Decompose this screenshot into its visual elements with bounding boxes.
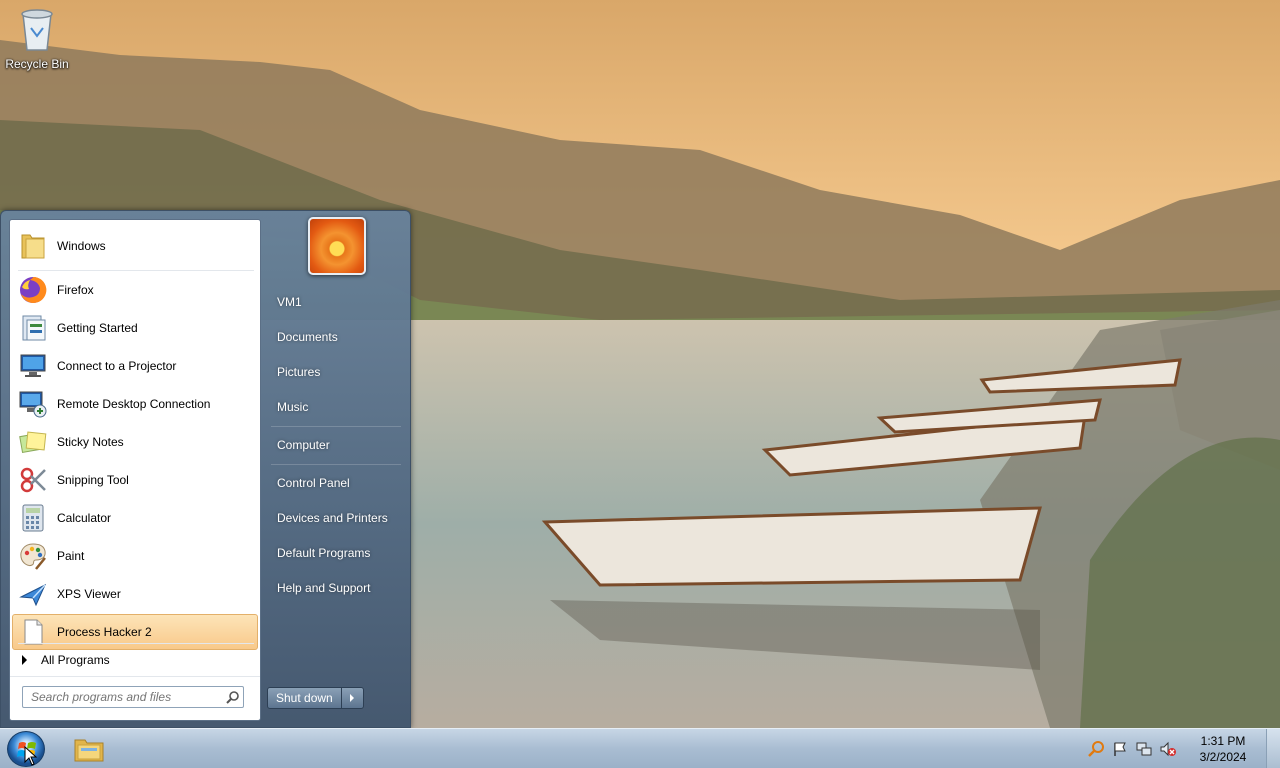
separator bbox=[271, 426, 401, 427]
program-item-getting-started[interactable]: Getting Started bbox=[12, 310, 258, 346]
user-picture[interactable] bbox=[308, 217, 366, 275]
shutdown-button[interactable]: Shut down bbox=[267, 687, 342, 709]
projector-icon bbox=[20, 354, 46, 377]
pinned-item-windows[interactable]: Windows bbox=[12, 228, 258, 264]
program-label: Paint bbox=[57, 549, 85, 563]
program-label: Getting Started bbox=[57, 321, 138, 335]
start-menu: Windows Firefox Getting Started Connect … bbox=[0, 210, 411, 728]
network-icon[interactable] bbox=[1133, 738, 1155, 760]
separator bbox=[271, 464, 401, 465]
program-item-connect-to-a-projector[interactable]: Connect to a Projector bbox=[12, 348, 258, 384]
program-label: XPS Viewer bbox=[57, 587, 121, 601]
search-icon[interactable] bbox=[1085, 738, 1107, 760]
programs-pane: Windows Firefox Getting Started Connect … bbox=[9, 219, 261, 721]
calculator-icon bbox=[22, 504, 44, 532]
program-label: Connect to a Projector bbox=[57, 359, 177, 373]
clock[interactable]: 1:31 PM 3/2/2024 bbox=[1186, 733, 1260, 765]
file-explorer-icon bbox=[74, 739, 104, 762]
right-link-default-programs[interactable]: Default Programs bbox=[269, 538, 403, 568]
program-label: Process Hacker 2 bbox=[57, 625, 152, 639]
program-item-snipping-tool[interactable]: Snipping Tool bbox=[12, 462, 258, 498]
clock-date: 3/2/2024 bbox=[1199, 750, 1247, 764]
scissors-icon bbox=[20, 467, 46, 493]
program-label: Firefox bbox=[57, 283, 94, 297]
program-label: Sticky Notes bbox=[57, 435, 124, 449]
shutdown-options-button[interactable] bbox=[341, 687, 364, 709]
program-item-calculator[interactable]: Calculator bbox=[12, 500, 258, 536]
paint-palette-icon bbox=[20, 543, 46, 570]
mouse-cursor-icon bbox=[24, 746, 38, 766]
program-label: Calculator bbox=[57, 511, 112, 525]
pinned-item-label: Windows bbox=[57, 239, 106, 253]
program-item-remote-desktop-connection[interactable]: Remote Desktop Connection bbox=[12, 386, 258, 422]
search-box[interactable] bbox=[22, 686, 244, 708]
program-label: Snipping Tool bbox=[57, 473, 129, 487]
program-item-sticky-notes[interactable]: Sticky Notes bbox=[12, 424, 258, 460]
xps-viewer-icon bbox=[19, 583, 47, 607]
right-link-pictures[interactable]: Pictures bbox=[269, 357, 403, 387]
separator bbox=[10, 676, 260, 677]
magnifier-icon[interactable] bbox=[223, 687, 243, 707]
right-link-help-and-support[interactable]: Help and Support bbox=[269, 573, 403, 603]
show-desktop-button[interactable] bbox=[1266, 729, 1280, 768]
right-link-documents[interactable]: Documents bbox=[269, 322, 403, 352]
recycle-bin-shortcut[interactable]: Recycle Bin bbox=[4, 6, 70, 71]
separator bbox=[18, 643, 254, 644]
right-link-computer[interactable]: Computer bbox=[269, 430, 403, 460]
recycle-bin-icon bbox=[21, 9, 53, 51]
clock-time: 1:31 PM bbox=[1200, 734, 1246, 748]
program-label: Remote Desktop Connection bbox=[57, 397, 211, 411]
remote-desktop-icon bbox=[19, 391, 47, 418]
taskbar: 1:31 PM 3/2/2024 bbox=[0, 728, 1280, 768]
getting-started-icon bbox=[22, 315, 46, 341]
separator bbox=[18, 270, 254, 271]
recycle-bin-label: Recycle Bin bbox=[5, 57, 69, 71]
program-item-process-hacker-2[interactable]: Process Hacker 2 bbox=[12, 614, 258, 650]
program-item-paint[interactable]: Paint bbox=[12, 538, 258, 574]
taskbar-explorer-button[interactable] bbox=[70, 733, 108, 765]
right-arrow-icon bbox=[22, 655, 27, 665]
program-item-firefox[interactable]: Firefox bbox=[12, 272, 258, 308]
program-item-xps-viewer[interactable]: XPS Viewer bbox=[12, 576, 258, 612]
right-link-devices-and-printers[interactable]: Devices and Printers bbox=[269, 503, 403, 533]
chevron-right-icon bbox=[350, 694, 355, 702]
right-link-control-panel[interactable]: Control Panel bbox=[269, 468, 403, 498]
all-programs-label: All Programs bbox=[41, 653, 110, 667]
sticky-notes-icon bbox=[19, 431, 47, 454]
right-link-music[interactable]: Music bbox=[269, 392, 403, 422]
all-programs-button[interactable]: All Programs bbox=[16, 648, 256, 672]
firefox-icon bbox=[20, 276, 47, 303]
shutdown-group: Shut down bbox=[267, 687, 364, 709]
right-link-user-folder[interactable]: VM1 bbox=[269, 287, 403, 317]
system-tray: 1:31 PM 3/2/2024 bbox=[1084, 729, 1280, 768]
folder-icon bbox=[21, 234, 45, 259]
search-input[interactable] bbox=[31, 690, 223, 704]
volume-muted-icon[interactable] bbox=[1157, 738, 1179, 760]
flag-icon[interactable] bbox=[1109, 738, 1131, 760]
